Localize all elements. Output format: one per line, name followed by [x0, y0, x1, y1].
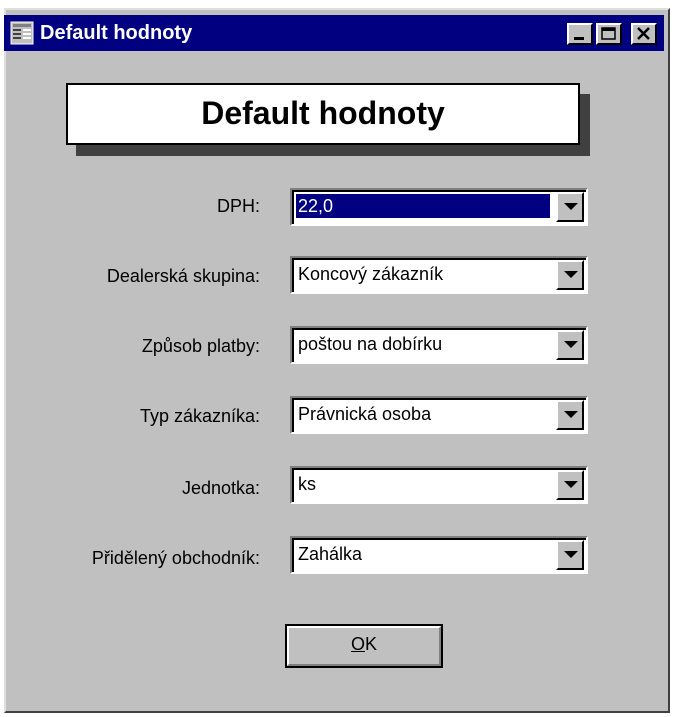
combo-value: Koncový zákazník [298, 264, 444, 284]
label-customer-type: Typ zákazníka: [139, 406, 260, 426]
label-payment-method: Způsob platby: [141, 336, 260, 356]
dropdown-button[interactable] [556, 400, 584, 430]
minimize-icon [574, 37, 584, 40]
label-assigned-salesman: Přidělený obchodník: [91, 548, 260, 568]
chevron-down-icon [564, 551, 578, 558]
form-icon [10, 21, 34, 45]
dropdown-button[interactable] [556, 330, 584, 360]
dropdown-button[interactable] [556, 470, 584, 500]
combo-value: 22,0 [296, 194, 550, 218]
combo-value: poštou na dobírku [298, 334, 443, 354]
minimize-button[interactable] [567, 23, 593, 45]
label-unit: Jednotka: [181, 478, 260, 498]
combo-value: ks [298, 474, 316, 494]
combo-value: Právnická osoba [298, 404, 432, 424]
dropdown-button[interactable] [556, 192, 584, 222]
combo-assigned-salesman[interactable]: Zahálka [290, 536, 588, 574]
chevron-down-icon [564, 481, 578, 488]
label-dph: DPH: [216, 196, 260, 216]
title-bar[interactable]: Default hodnoty [4, 15, 664, 51]
combo-unit[interactable]: ks [290, 466, 588, 504]
dropdown-button[interactable] [556, 260, 584, 290]
combo-dealer-group[interactable]: Koncový zákazník [290, 256, 588, 294]
maximize-icon [601, 27, 616, 40]
dropdown-button[interactable] [556, 540, 584, 570]
close-button[interactable] [631, 23, 657, 45]
chevron-down-icon [564, 411, 578, 418]
combo-value: Zahálka [298, 544, 363, 564]
ok-button-label: OK [350, 634, 378, 654]
combo-dph[interactable]: 22,0 [290, 188, 588, 226]
form-header-label: Default hodnoty [66, 83, 580, 145]
close-icon [637, 27, 650, 40]
label-dealer-group: Dealerská skupina: [106, 266, 260, 286]
window-title: Default hodnoty [40, 22, 193, 44]
maximize-button[interactable] [596, 23, 622, 45]
combo-customer-type[interactable]: Právnická osoba [290, 396, 588, 434]
chevron-down-icon [564, 271, 578, 278]
chevron-down-icon [564, 203, 578, 210]
ok-button[interactable]: OK [285, 624, 443, 668]
combo-payment-method[interactable]: poštou na dobírku [290, 326, 588, 364]
chevron-down-icon [564, 341, 578, 348]
